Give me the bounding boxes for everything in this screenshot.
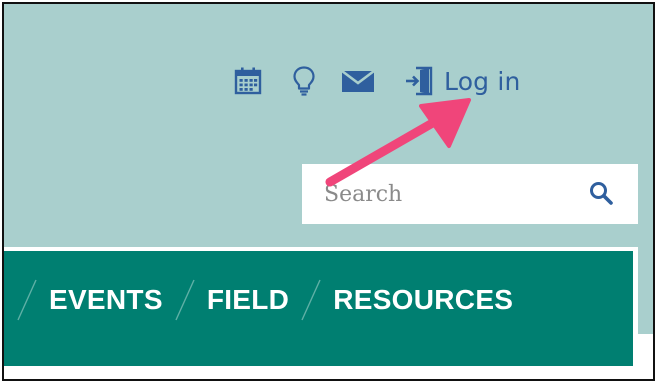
nav-item-resources[interactable]: RESOURCES <box>333 251 513 357</box>
calendar-icon[interactable] <box>230 63 266 99</box>
search-input[interactable] <box>302 168 576 220</box>
main-nav-track: S EVENTS FIELD RESOURCES <box>4 251 513 366</box>
login-icon <box>404 65 436 97</box>
magnifier-icon <box>590 182 613 205</box>
mail-icon[interactable] <box>340 63 376 99</box>
lightbulb-icon[interactable] <box>286 63 322 99</box>
login-label: Log in <box>444 66 521 96</box>
main-nav: S EVENTS FIELD RESOURCES <box>4 251 633 366</box>
nav-item-events[interactable]: EVENTS <box>49 251 163 357</box>
utility-nav: Log in <box>230 61 521 101</box>
search-box <box>302 164 638 224</box>
nav-separator <box>163 251 207 357</box>
nav-separator <box>289 251 333 357</box>
screenshot-frame: Log in S EVENTS <box>2 2 655 381</box>
login-link[interactable]: Log in <box>404 65 521 97</box>
search-button[interactable] <box>586 178 616 208</box>
nav-item-field[interactable]: FIELD <box>207 251 289 357</box>
nav-separator <box>5 251 49 357</box>
